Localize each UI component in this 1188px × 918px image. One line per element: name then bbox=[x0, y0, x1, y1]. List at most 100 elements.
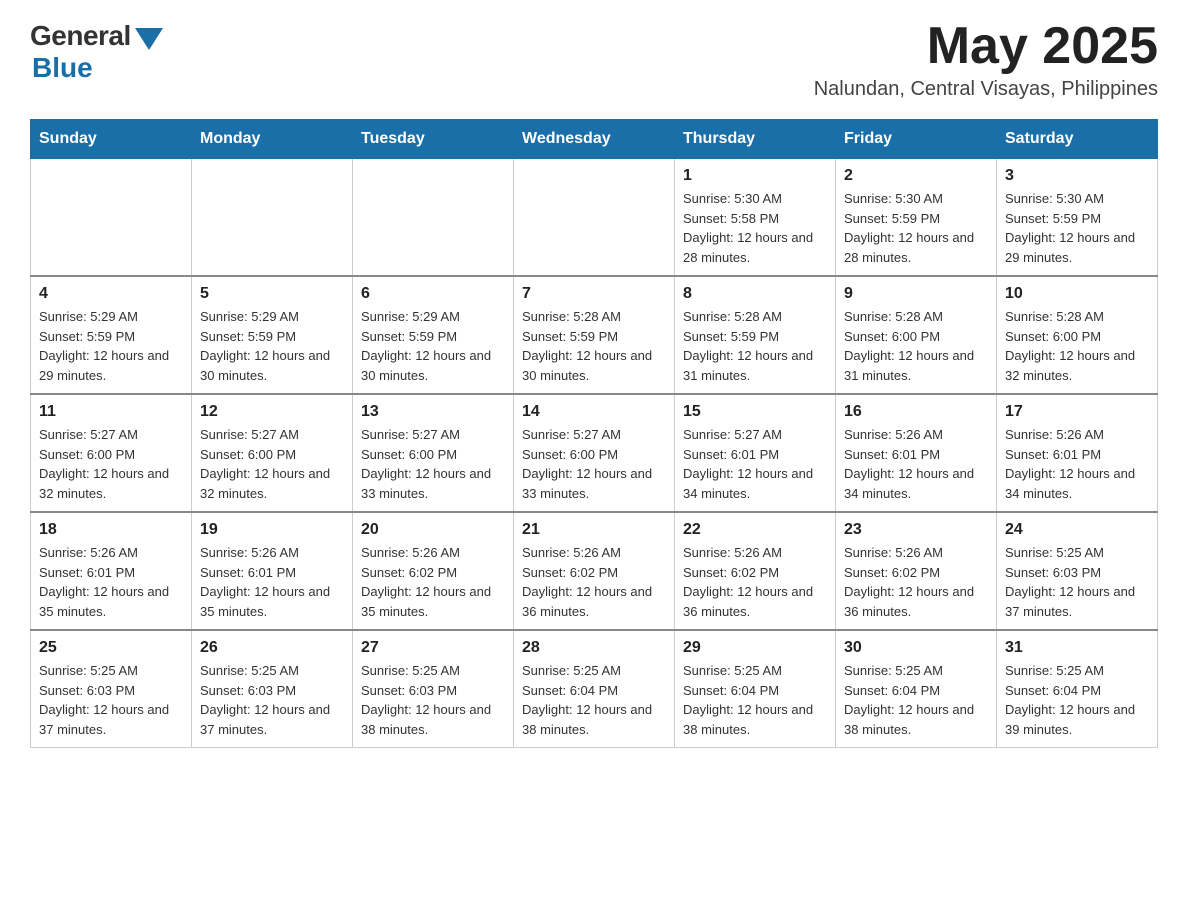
day-info: Sunrise: 5:30 AMSunset: 5:59 PMDaylight:… bbox=[844, 189, 988, 267]
calendar-cell: 10 Sunrise: 5:28 AMSunset: 6:00 PMDayligh… bbox=[997, 276, 1158, 394]
day-info: Sunrise: 5:25 AMSunset: 6:04 PMDaylight:… bbox=[683, 661, 827, 739]
day-info: Sunrise: 5:25 AMSunset: 6:04 PMDaylight:… bbox=[844, 661, 988, 739]
calendar-week-row: 4 Sunrise: 5:29 AMSunset: 5:59 PMDaylight… bbox=[31, 276, 1158, 394]
day-number: 31 bbox=[1005, 639, 1149, 657]
calendar-cell: 30 Sunrise: 5:25 AMSunset: 6:04 PMDayligh… bbox=[836, 630, 997, 748]
day-number: 15 bbox=[683, 403, 827, 421]
calendar-cell: 18Sunrise: 5:26 AMSunset: 6:01 PMDayligh… bbox=[31, 512, 192, 630]
day-number: 12 bbox=[200, 403, 344, 421]
calendar-cell bbox=[514, 159, 675, 277]
day-info: Sunrise: 5:28 AMSunset: 6:00 PMDaylight:… bbox=[1005, 307, 1149, 385]
day-number: 22 bbox=[683, 521, 827, 539]
day-number: 24 bbox=[1005, 521, 1149, 539]
day-info: Sunrise: 5:27 AMSunset: 6:01 PMDaylight:… bbox=[683, 425, 827, 503]
calendar-cell: 7 Sunrise: 5:28 AMSunset: 5:59 PMDaylight… bbox=[514, 276, 675, 394]
day-info: Sunrise: 5:26 AMSunset: 6:02 PMDaylight:… bbox=[522, 543, 666, 621]
calendar-cell: 2 Sunrise: 5:30 AMSunset: 5:59 PMDaylight… bbox=[836, 159, 997, 277]
day-number: 17 bbox=[1005, 403, 1149, 421]
day-info: Sunrise: 5:26 AMSunset: 6:01 PMDaylight:… bbox=[1005, 425, 1149, 503]
day-number: 27 bbox=[361, 639, 505, 657]
day-info: Sunrise: 5:29 AMSunset: 5:59 PMDaylight:… bbox=[361, 307, 505, 385]
calendar-cell: 27 Sunrise: 5:25 AMSunset: 6:03 PMDayligh… bbox=[353, 630, 514, 748]
calendar-cell bbox=[353, 159, 514, 277]
day-number: 20 bbox=[361, 521, 505, 539]
calendar-cell: 5 Sunrise: 5:29 AMSunset: 5:59 PMDaylight… bbox=[192, 276, 353, 394]
day-info: Sunrise: 5:30 AMSunset: 5:58 PMDaylight:… bbox=[683, 189, 827, 267]
day-info: Sunrise: 5:25 AMSunset: 6:03 PMDaylight:… bbox=[361, 661, 505, 739]
calendar-cell bbox=[31, 159, 192, 277]
calendar-table: SundayMondayTuesdayWednesdayThursdayFrid… bbox=[30, 119, 1158, 748]
weekday-header-tuesday: Tuesday bbox=[353, 120, 514, 159]
day-info: Sunrise: 5:25 AMSunset: 6:03 PMDaylight:… bbox=[1005, 543, 1149, 621]
day-number: 4 bbox=[39, 285, 183, 303]
day-number: 3 bbox=[1005, 167, 1149, 185]
weekday-header-thursday: Thursday bbox=[675, 120, 836, 159]
logo-blue-text: Blue bbox=[32, 52, 93, 84]
day-number: 8 bbox=[683, 285, 827, 303]
calendar-cell: 4 Sunrise: 5:29 AMSunset: 5:59 PMDaylight… bbox=[31, 276, 192, 394]
calendar-cell: 29Sunrise: 5:25 AMSunset: 6:04 PMDayligh… bbox=[675, 630, 836, 748]
calendar-cell: 14Sunrise: 5:27 AMSunset: 6:00 PMDayligh… bbox=[514, 394, 675, 512]
logo-general-text: General bbox=[30, 20, 131, 52]
calendar-cell: 13 Sunrise: 5:27 AMSunset: 6:00 PMDayligh… bbox=[353, 394, 514, 512]
day-number: 28 bbox=[522, 639, 666, 657]
calendar-cell: 20Sunrise: 5:26 AMSunset: 6:02 PMDayligh… bbox=[353, 512, 514, 630]
day-number: 30 bbox=[844, 639, 988, 657]
calendar-cell: 9 Sunrise: 5:28 AMSunset: 6:00 PMDaylight… bbox=[836, 276, 997, 394]
calendar-cell: 22 Sunrise: 5:26 AMSunset: 6:02 PMDayligh… bbox=[675, 512, 836, 630]
day-info: Sunrise: 5:25 AMSunset: 6:03 PMDaylight:… bbox=[200, 661, 344, 739]
day-info: Sunrise: 5:27 AMSunset: 6:00 PMDaylight:… bbox=[522, 425, 666, 503]
calendar-cell: 16 Sunrise: 5:26 AMSunset: 6:01 PMDayligh… bbox=[836, 394, 997, 512]
calendar-header-row: SundayMondayTuesdayWednesdayThursdayFrid… bbox=[31, 120, 1158, 159]
day-info: Sunrise: 5:27 AMSunset: 6:00 PMDaylight:… bbox=[361, 425, 505, 503]
calendar-week-row: 1 Sunrise: 5:30 AMSunset: 5:58 PMDaylight… bbox=[31, 159, 1158, 277]
day-number: 26 bbox=[200, 639, 344, 657]
calendar-cell: 23 Sunrise: 5:26 AMSunset: 6:02 PMDayligh… bbox=[836, 512, 997, 630]
day-info: Sunrise: 5:25 AMSunset: 6:04 PMDaylight:… bbox=[1005, 661, 1149, 739]
day-number: 1 bbox=[683, 167, 827, 185]
day-info: Sunrise: 5:26 AMSunset: 6:01 PMDaylight:… bbox=[200, 543, 344, 621]
day-info: Sunrise: 5:25 AMSunset: 6:03 PMDaylight:… bbox=[39, 661, 183, 739]
day-info: Sunrise: 5:28 AMSunset: 5:59 PMDaylight:… bbox=[522, 307, 666, 385]
day-number: 25 bbox=[39, 639, 183, 657]
calendar-cell: 17 Sunrise: 5:26 AMSunset: 6:01 PMDayligh… bbox=[997, 394, 1158, 512]
location-subtitle: Nalundan, Central Visayas, Philippines bbox=[814, 78, 1158, 101]
day-info: Sunrise: 5:30 AMSunset: 5:59 PMDaylight:… bbox=[1005, 189, 1149, 267]
day-info: Sunrise: 5:25 AMSunset: 6:04 PMDaylight:… bbox=[522, 661, 666, 739]
day-number: 16 bbox=[844, 403, 988, 421]
calendar-cell: 15 Sunrise: 5:27 AMSunset: 6:01 PMDayligh… bbox=[675, 394, 836, 512]
weekday-header-saturday: Saturday bbox=[997, 120, 1158, 159]
calendar-week-row: 18Sunrise: 5:26 AMSunset: 6:01 PMDayligh… bbox=[31, 512, 1158, 630]
calendar-week-row: 25 Sunrise: 5:25 AMSunset: 6:03 PMDayligh… bbox=[31, 630, 1158, 748]
day-info: Sunrise: 5:27 AMSunset: 6:00 PMDaylight:… bbox=[39, 425, 183, 503]
calendar-cell: 21Sunrise: 5:26 AMSunset: 6:02 PMDayligh… bbox=[514, 512, 675, 630]
day-info: Sunrise: 5:27 AMSunset: 6:00 PMDaylight:… bbox=[200, 425, 344, 503]
day-info: Sunrise: 5:29 AMSunset: 5:59 PMDaylight:… bbox=[39, 307, 183, 385]
day-info: Sunrise: 5:29 AMSunset: 5:59 PMDaylight:… bbox=[200, 307, 344, 385]
day-number: 23 bbox=[844, 521, 988, 539]
day-number: 5 bbox=[200, 285, 344, 303]
day-info: Sunrise: 5:26 AMSunset: 6:02 PMDaylight:… bbox=[683, 543, 827, 621]
day-number: 6 bbox=[361, 285, 505, 303]
day-info: Sunrise: 5:26 AMSunset: 6:01 PMDaylight:… bbox=[39, 543, 183, 621]
page-header: General Blue May 2025 Nalundan, Central … bbox=[30, 20, 1158, 101]
logo: General Blue bbox=[30, 20, 163, 84]
day-number: 7 bbox=[522, 285, 666, 303]
day-number: 2 bbox=[844, 167, 988, 185]
day-info: Sunrise: 5:26 AMSunset: 6:01 PMDaylight:… bbox=[844, 425, 988, 503]
day-info: Sunrise: 5:26 AMSunset: 6:02 PMDaylight:… bbox=[844, 543, 988, 621]
day-number: 13 bbox=[361, 403, 505, 421]
calendar-cell: 3 Sunrise: 5:30 AMSunset: 5:59 PMDaylight… bbox=[997, 159, 1158, 277]
weekday-header-monday: Monday bbox=[192, 120, 353, 159]
day-number: 9 bbox=[844, 285, 988, 303]
calendar-cell: 25 Sunrise: 5:25 AMSunset: 6:03 PMDayligh… bbox=[31, 630, 192, 748]
day-number: 19 bbox=[200, 521, 344, 539]
calendar-cell: 19 Sunrise: 5:26 AMSunset: 6:01 PMDayligh… bbox=[192, 512, 353, 630]
calendar-week-row: 11 Sunrise: 5:27 AMSunset: 6:00 PMDayligh… bbox=[31, 394, 1158, 512]
day-number: 11 bbox=[39, 403, 183, 421]
day-number: 10 bbox=[1005, 285, 1149, 303]
weekday-header-friday: Friday bbox=[836, 120, 997, 159]
calendar-cell bbox=[192, 159, 353, 277]
day-info: Sunrise: 5:28 AMSunset: 6:00 PMDaylight:… bbox=[844, 307, 988, 385]
title-block: May 2025 Nalundan, Central Visayas, Phil… bbox=[814, 20, 1158, 101]
